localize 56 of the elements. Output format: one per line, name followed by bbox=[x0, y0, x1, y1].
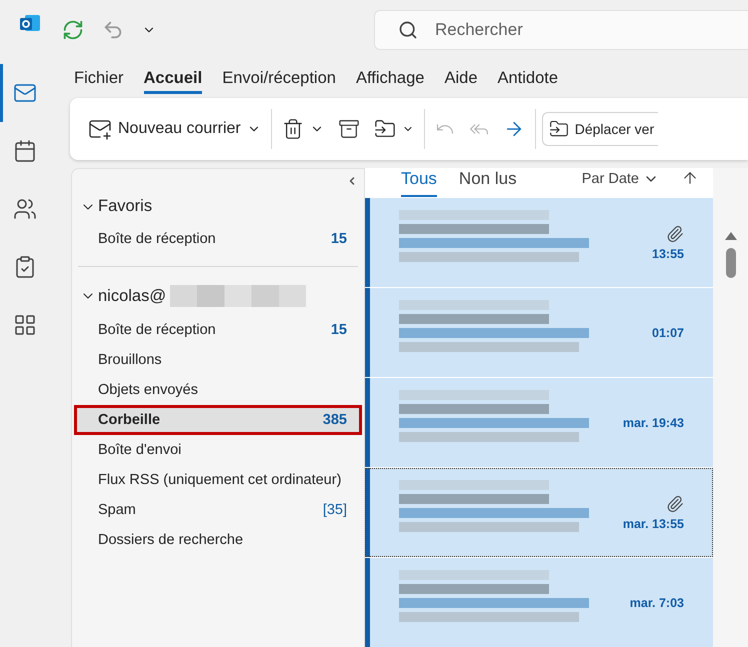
folder-arrow-icon bbox=[374, 118, 396, 140]
folder-item[interactable]: Boîte de réception 15 bbox=[74, 224, 362, 254]
new-mail-button[interactable]: Nouveau courrier bbox=[84, 113, 265, 145]
app-logo-icon bbox=[19, 12, 41, 34]
message-item[interactable]: mar. 13:55 bbox=[365, 468, 713, 557]
scroll-up-icon[interactable] bbox=[724, 232, 736, 240]
folder-item[interactable]: Brouillons bbox=[74, 345, 362, 375]
folder-group-header[interactable]: Favoris bbox=[72, 185, 160, 224]
message-item[interactable]: 13:55 bbox=[365, 198, 713, 287]
folder-count: 385 bbox=[322, 412, 347, 428]
folder-item[interactable]: Boîte de réception 15 bbox=[74, 315, 362, 345]
search-icon bbox=[398, 20, 418, 40]
ribbon-tab[interactable]: Envoi/réception bbox=[222, 60, 336, 94]
message-time: mar. 19:43 bbox=[622, 416, 684, 430]
folder-label: Corbeille bbox=[98, 412, 160, 428]
ribbon-tab[interactable]: Affichage bbox=[356, 60, 424, 94]
folder-label: Boîte d'envoi bbox=[98, 442, 182, 458]
message-time: 01:07 bbox=[652, 326, 684, 340]
sort-button[interactable]: Par Date bbox=[582, 171, 659, 197]
folder-item[interactable]: Boîte d'envoi bbox=[74, 435, 362, 465]
folder-item[interactable]: Dossiers de recherche bbox=[74, 525, 362, 555]
folder-label: Brouillons bbox=[98, 352, 162, 368]
trash-icon bbox=[282, 118, 304, 140]
group-label: nicolas@ bbox=[98, 286, 166, 306]
folder-item[interactable]: Objets envoyés bbox=[74, 375, 362, 405]
group-label: Favoris bbox=[98, 197, 152, 216]
folder-label: Flux RSS (uniquement cet ordinateur) bbox=[98, 472, 342, 488]
filter-tab[interactable]: Non lus bbox=[458, 169, 517, 197]
folder-count: 15 bbox=[330, 322, 347, 338]
folder-label: Spam bbox=[98, 502, 136, 518]
folder-label: Dossiers de recherche bbox=[98, 532, 244, 548]
folder-item[interactable]: Spam [35] bbox=[74, 495, 362, 525]
message-item[interactable]: mar. 7:03 bbox=[365, 558, 713, 647]
folder-group-header[interactable]: nicolas@ bbox=[72, 273, 314, 315]
ribbon-tab[interactable]: Accueil bbox=[144, 60, 202, 94]
folder-item[interactable]: Corbeille 385 bbox=[74, 405, 362, 435]
folder-item[interactable]: Flux RSS (uniquement cet ordinateur) bbox=[74, 465, 362, 495]
folder-label: Objets envoyés bbox=[98, 382, 198, 398]
scrollbar-thumb[interactable] bbox=[726, 248, 736, 278]
move-to-button[interactable]: Déplacer ver bbox=[542, 112, 658, 146]
folder-label: Boîte de réception bbox=[98, 322, 216, 338]
message-item[interactable]: mar. 19:43 bbox=[365, 378, 713, 467]
folder-label: Boîte de réception bbox=[98, 231, 216, 247]
message-time: mar. 7:03 bbox=[630, 596, 684, 610]
message-item[interactable]: 01:07 bbox=[365, 288, 713, 377]
search-field[interactable]: Rechercher bbox=[374, 10, 748, 50]
folder-count: [35] bbox=[322, 502, 347, 518]
folder-arrow-icon bbox=[548, 119, 569, 139]
ribbon-tab[interactable]: Aide bbox=[444, 60, 478, 94]
message-time: mar. 13:55 bbox=[622, 516, 684, 530]
sync-icon[interactable] bbox=[62, 19, 84, 41]
archive-icon bbox=[338, 118, 360, 140]
ribbon-tab[interactable]: Antidote bbox=[498, 60, 558, 94]
message-time: 13:55 bbox=[652, 246, 684, 260]
ribbon-tab[interactable]: Fichier bbox=[74, 60, 124, 94]
folder-count: 15 bbox=[330, 231, 347, 247]
